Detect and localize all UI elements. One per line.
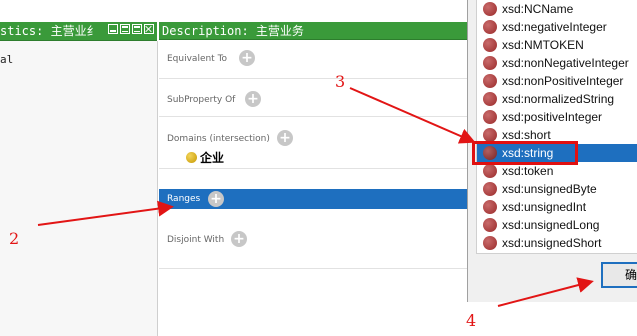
- datatype-list[interactable]: xsd:NCName xsd:negativeInteger xsd:NMTOK…: [476, 0, 637, 254]
- datatype-icon: [483, 182, 497, 196]
- view-controls: [108, 24, 154, 34]
- list-item[interactable]: xsd:unsignedInt: [477, 198, 637, 216]
- add-subproperty-icon[interactable]: +: [245, 91, 261, 107]
- domain-entry[interactable]: 企业: [186, 149, 224, 166]
- section-ranges[interactable]: Ranges +: [159, 189, 479, 209]
- list-item[interactable]: xsd:normalizedString: [477, 90, 637, 108]
- minimize-icon[interactable]: [108, 24, 118, 34]
- class-icon: [186, 152, 197, 163]
- list-item-label: xsd:unsignedInt: [502, 200, 587, 214]
- list-item-label: xsd:nonNegativeInteger: [502, 56, 629, 70]
- datatype-icon: [483, 236, 497, 250]
- add-range-icon[interactable]: +: [208, 191, 224, 207]
- list-item[interactable]: xsd:negativeInteger: [477, 18, 637, 36]
- datatype-icon: [483, 164, 497, 178]
- datatype-icon: [483, 218, 497, 232]
- datatype-icon: [483, 38, 497, 52]
- description-header: Description: 主营业务: [159, 22, 479, 40]
- characteristics-header: stics: 主营业纟: [0, 22, 157, 41]
- add-equivalent-icon[interactable]: +: [239, 50, 255, 66]
- section-equivalent-to: Equivalent To +: [159, 41, 479, 79]
- annotation-label-2: 2: [9, 229, 20, 248]
- datatype-icon: [483, 2, 497, 16]
- datatype-icon: [483, 128, 497, 142]
- list-item-label: xsd:normalizedString: [502, 92, 615, 106]
- list-item-label: xsd:NMTOKEN: [502, 38, 584, 52]
- section-label: Domains (intersection): [167, 134, 270, 144]
- section-label: Equivalent To: [167, 54, 228, 64]
- list-item-label: xsd:NCName: [502, 2, 574, 16]
- maximize-icon[interactable]: [120, 24, 130, 34]
- section-subproperty-of: SubProperty Of +: [159, 79, 479, 117]
- datatype-icon: [483, 20, 497, 34]
- list-item-label: xsd:unsignedLong: [502, 218, 600, 232]
- list-item-label: xsd:nonPositiveInteger: [502, 74, 624, 88]
- datatype-icon: [483, 74, 497, 88]
- domain-entry-label: 企业: [200, 151, 225, 165]
- characteristics-title: stics: 主营业纟: [0, 24, 99, 38]
- characteristics-panel: al: [0, 41, 158, 336]
- annotation-label-3: 3: [335, 72, 346, 91]
- description-panel: Equivalent To + SubProperty Of + Domains…: [159, 41, 479, 336]
- list-item-label: xsd:negativeInteger: [502, 20, 607, 34]
- section-label: SubProperty Of: [167, 95, 236, 105]
- section-disjoint-with: Disjoint With +: [159, 209, 479, 269]
- datatype-icon: [483, 56, 497, 70]
- list-item[interactable]: xsd:positiveInteger: [477, 108, 637, 126]
- list-item[interactable]: xsd:unsignedByte: [477, 180, 637, 198]
- close-icon[interactable]: [144, 24, 154, 34]
- list-item-label: xsd:positiveInteger: [502, 110, 603, 124]
- description-title: Description: 主营业务: [162, 24, 304, 38]
- characteristic-item[interactable]: al: [0, 53, 13, 66]
- highlight-box: [472, 141, 578, 165]
- annotation-label-4: 4: [466, 311, 477, 330]
- ok-button[interactable]: 确: [601, 262, 637, 288]
- list-item[interactable]: xsd:unsignedShort: [477, 234, 637, 252]
- list-item-label: xsd:unsignedShort: [502, 236, 602, 250]
- datatype-icon: [483, 110, 497, 124]
- list-item[interactable]: xsd:nonNegativeInteger: [477, 54, 637, 72]
- list-item[interactable]: xsd:NMTOKEN: [477, 36, 637, 54]
- add-disjoint-icon[interactable]: +: [231, 231, 247, 247]
- list-item[interactable]: xsd:unsignedLong: [477, 216, 637, 234]
- section-label: Disjoint With: [167, 235, 225, 245]
- list-item-label: xsd:unsignedByte: [502, 182, 597, 196]
- datatype-icon: [483, 200, 497, 214]
- add-domain-icon[interactable]: +: [277, 130, 293, 146]
- datatype-icon: [483, 92, 497, 106]
- section-label: Ranges: [167, 194, 201, 204]
- list-item[interactable]: xsd:nonPositiveInteger: [477, 72, 637, 90]
- list-item[interactable]: xsd:NCName: [477, 0, 637, 18]
- restore-icon[interactable]: [132, 24, 142, 34]
